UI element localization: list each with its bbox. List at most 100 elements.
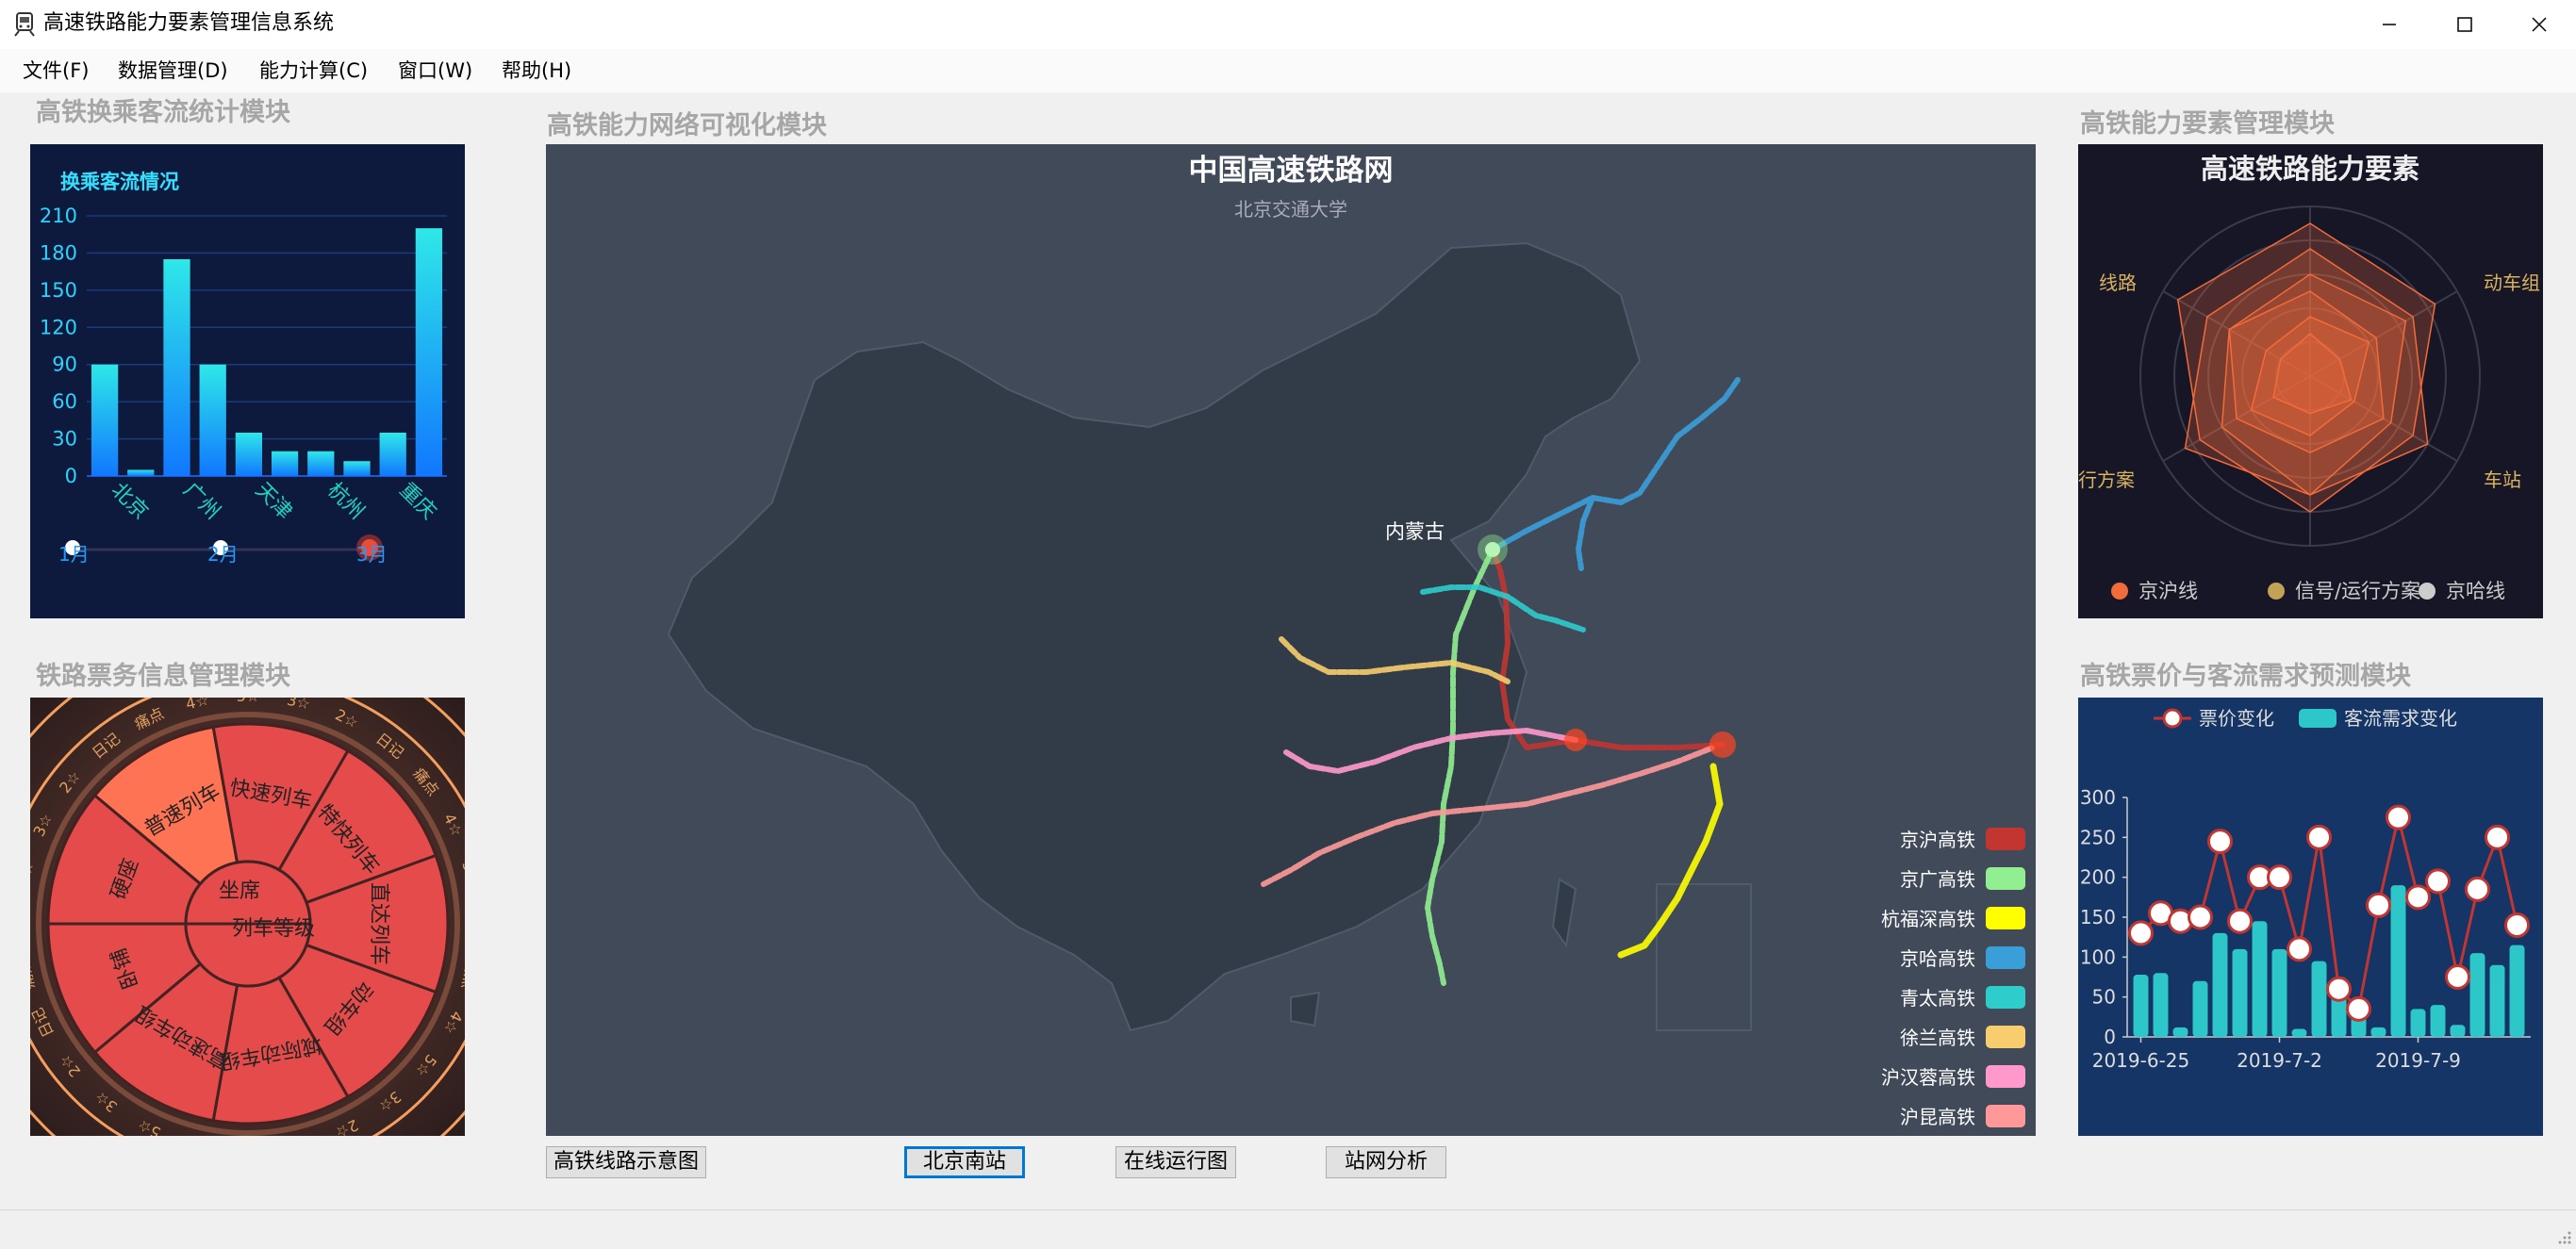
nanjing-station-dot[interactable] <box>1564 729 1587 751</box>
y-tick-label: 60 <box>52 390 77 413</box>
demand-bar[interactable] <box>2450 1025 2466 1037</box>
bar[interactable] <box>415 228 443 476</box>
y-tick-label: 210 <box>40 205 77 227</box>
y-tick-label: 250 <box>2080 826 2116 848</box>
transfer-chart-title: 换乘客流情况 <box>60 171 179 193</box>
price-point[interactable] <box>2465 876 2490 902</box>
demand-bar[interactable] <box>2192 980 2208 1037</box>
y-tick-label: 120 <box>40 316 77 338</box>
ticket-panel-title: 铁路票务信息管理模块 <box>36 662 290 691</box>
legend-demand-label: 客流需求变化 <box>2344 707 2457 730</box>
legend-swatch[interactable] <box>1986 1105 2025 1127</box>
price-point[interactable] <box>2485 824 2510 850</box>
price-point[interactable] <box>2405 884 2431 911</box>
radar-legend-label: 京哈线 <box>2446 580 2505 602</box>
shanghai-station-dot[interactable] <box>1709 731 1736 758</box>
hainan-shape <box>1290 991 1321 1027</box>
rail-line[interactable] <box>1490 547 1726 750</box>
resize-grip-icon[interactable] <box>2557 1230 2572 1245</box>
bar[interactable] <box>307 451 335 476</box>
bar[interactable] <box>163 259 190 476</box>
legend-swatch[interactable] <box>1986 946 2025 969</box>
rail-diagram-button[interactable]: 高铁线路示意图 <box>546 1146 706 1178</box>
price-point[interactable] <box>2207 829 2233 855</box>
radar-legend-marker <box>2419 583 2436 600</box>
demand-bar[interactable] <box>2509 945 2525 1037</box>
demand-bar[interactable] <box>2469 953 2485 1037</box>
price-point[interactable] <box>2425 868 2451 895</box>
beijing-south-button[interactable]: 北京南站 <box>904 1146 1025 1178</box>
demand-bar[interactable] <box>2133 974 2149 1037</box>
timetable-button[interactable]: 在线运行图 <box>1115 1146 1236 1178</box>
network-analysis-button[interactable]: 站网分析 <box>1326 1146 1446 1178</box>
rail-line[interactable] <box>1617 763 1724 959</box>
beijing-station-dot[interactable] <box>1485 542 1500 557</box>
menu-data[interactable]: 数据管理(D) <box>118 58 228 83</box>
menu-window[interactable]: 窗口(W) <box>398 58 472 83</box>
demand-bar[interactable] <box>2232 948 2248 1037</box>
legend-swatch[interactable] <box>1986 828 2025 850</box>
demand-bar[interactable] <box>2390 885 2406 1037</box>
price-point[interactable] <box>2287 936 2312 962</box>
minimize-icon <box>2383 24 2396 25</box>
price-point[interactable] <box>2267 864 2292 891</box>
demand-bar[interactable] <box>2271 948 2287 1037</box>
bar[interactable] <box>91 364 119 476</box>
y-tick-label: 90 <box>52 353 77 376</box>
legend-swatch[interactable] <box>1986 867 2025 890</box>
transfer-panel-title: 高铁换乘客流统计模块 <box>36 98 290 127</box>
demand-bar[interactable] <box>2153 973 2169 1037</box>
forecast-panel-title: 高铁票价与客流需求预测模块 <box>2080 662 2411 691</box>
bar[interactable] <box>235 433 263 476</box>
demand-bar[interactable] <box>2172 1027 2188 1037</box>
price-point[interactable] <box>2386 804 2411 830</box>
legend-label: 杭福深高铁 <box>1881 908 1975 930</box>
minimize-button[interactable] <box>2352 0 2427 49</box>
price-point[interactable] <box>2504 912 2530 938</box>
demand-bar[interactable] <box>2489 964 2505 1037</box>
legend-swatch[interactable] <box>1986 907 2025 929</box>
y-tick-label: 0 <box>65 465 77 487</box>
y-tick-label: 300 <box>2080 786 2116 809</box>
demand-bar[interactable] <box>2370 1027 2386 1037</box>
price-point[interactable] <box>2188 904 2213 930</box>
sunburst-label: 直达列车 <box>367 882 390 965</box>
y-tick-label: 200 <box>2080 866 2116 889</box>
price-point[interactable] <box>2306 824 2332 850</box>
radar-indicator-plan: 行方案 <box>2078 468 2135 491</box>
demand-bar[interactable] <box>2291 1028 2307 1037</box>
price-point[interactable] <box>2346 995 2371 1022</box>
close-button[interactable] <box>2502 0 2576 49</box>
price-point[interactable] <box>2366 892 2391 918</box>
legend-label: 京沪高铁 <box>1900 829 1975 851</box>
train-icon <box>14 12 35 37</box>
bar[interactable] <box>199 364 226 476</box>
status-bar <box>0 1209 2576 1249</box>
price-point[interactable] <box>2128 920 2154 946</box>
price-point[interactable] <box>2445 964 2470 990</box>
demand-bar[interactable] <box>2410 1009 2426 1037</box>
legend-swatch[interactable] <box>1986 1065 2025 1088</box>
legend-swatch[interactable] <box>1986 1026 2025 1048</box>
demand-bar[interactable] <box>2430 1005 2446 1037</box>
demand-bar[interactable] <box>2311 961 2327 1037</box>
transfer-chart-panel: 换乘客流情况 0 30 60 90 120 150 180 210 北京 广州 天津 杭州 重庆 1月… <box>30 144 465 618</box>
demand-bar[interactable] <box>2252 921 2268 1037</box>
legend-label: 京广高铁 <box>1900 868 1975 891</box>
maximize-button[interactable] <box>2427 0 2502 49</box>
price-point[interactable] <box>2227 908 2253 934</box>
menu-help[interactable]: 帮助(H) <box>502 58 571 83</box>
bar[interactable] <box>343 461 371 476</box>
bar[interactable] <box>379 433 406 476</box>
y-tick-label: 180 <box>40 241 77 264</box>
bar[interactable] <box>271 451 299 476</box>
elements-radar-panel: 高速铁路能力要素 线路 动车组 车站 行方案 京沪线 信号/运行方案 京哈线 <box>2078 144 2543 618</box>
menu-bar: 文件(F) 数据管理(D) 能力计算(C) 窗口(W) 帮助(H) <box>0 49 2576 92</box>
bar[interactable] <box>127 469 155 476</box>
menu-file[interactable]: 文件(F) <box>23 58 89 83</box>
demand-bar[interactable] <box>2212 932 2228 1037</box>
legend-swatch[interactable] <box>1986 986 2025 1009</box>
price-point[interactable] <box>2326 976 2352 1002</box>
window-title: 高速铁路能力要素管理信息系统 <box>43 11 335 35</box>
menu-compute[interactable]: 能力计算(C) <box>259 58 368 83</box>
